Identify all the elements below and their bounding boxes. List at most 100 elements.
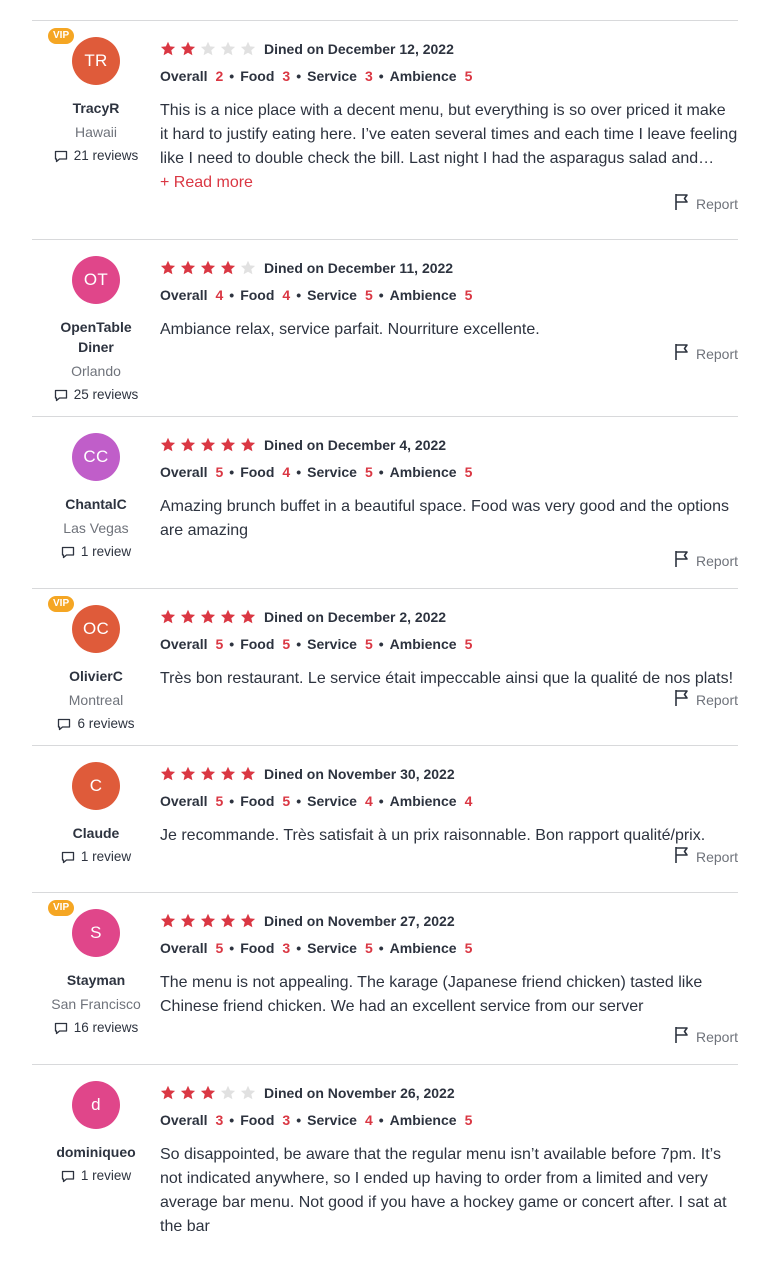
review-item: d dominiqueo 1 review Dined on November 26,… (32, 1064, 738, 1264)
rating-label-ambience: Ambience (389, 287, 457, 303)
star-icon (180, 913, 196, 928)
star-icon (160, 1085, 176, 1100)
star-icon (240, 913, 256, 928)
rating-label-food: Food (240, 940, 275, 956)
rating-value-overall: 5 (215, 464, 224, 480)
review-text: Amazing brunch buffet in a beautiful spa… (160, 498, 729, 539)
rating-label-ambience: Ambience (389, 636, 457, 652)
rating-value-food: 3 (282, 1112, 291, 1128)
rating-value-ambience: 5 (464, 464, 473, 480)
review-text: So disappointed, be aware that the regul… (160, 1146, 727, 1235)
star-icon (180, 260, 196, 275)
rating-label-service: Service (307, 636, 357, 652)
rating-label-service: Service (307, 793, 357, 809)
reviewer-city: San Francisco (51, 996, 141, 1012)
reviewer-name[interactable]: OpenTable Diner (32, 317, 160, 357)
review-item: Report (32, 0, 738, 20)
rating-label-overall: Overall (160, 464, 208, 480)
star-rating (160, 609, 256, 625)
reviewer-name[interactable]: ChantalC (32, 494, 160, 514)
reviewer-review-count: 1 review (32, 847, 160, 867)
review-text: The menu is not appealing. The karage (J… (160, 974, 703, 1015)
rating-breakdown: Overall 5 • Food 3 • Service 5 • Ambience 5 (160, 940, 473, 956)
report-button[interactable]: Report (674, 343, 738, 364)
dined-date: Dined on December 2, 2022 (264, 609, 447, 625)
star-rating (160, 913, 256, 929)
report-button[interactable]: Report (674, 689, 738, 710)
rating-value-overall: 5 (215, 793, 224, 809)
rating-label-ambience: Ambience (389, 68, 457, 84)
avatar[interactable]: TR (72, 37, 120, 85)
rating-label-food: Food (240, 636, 275, 652)
reviewer-name[interactable]: dominiqueo (32, 1142, 160, 1162)
review-item: OC VIP OlivierC Montreal 6 reviews Dined on D… (32, 588, 738, 745)
review-text: This is a nice place with a decent menu,… (160, 102, 738, 167)
rating-label-ambience: Ambience (389, 940, 457, 956)
dined-date: Dined on November 26, 2022 (264, 1085, 455, 1101)
reviewer-city: Hawaii (74, 124, 117, 140)
reviewer-name[interactable]: TracyR (32, 98, 160, 118)
rating-value-service: 4 (364, 793, 373, 809)
star-icon (160, 913, 176, 928)
rating-label-service: Service (307, 464, 357, 480)
avatar[interactable]: d (72, 1081, 120, 1129)
reviewer-info: S VIP Stayman San Francisco 16 reviews (32, 893, 160, 1038)
dined-date: Dined on December 11, 2022 (264, 260, 454, 276)
reviewer-name[interactable]: OlivierC (32, 666, 160, 686)
rating-label-overall: Overall (160, 68, 208, 84)
report-button[interactable]: Report (674, 1026, 738, 1047)
rating-value-service: 5 (364, 940, 373, 956)
rating-label-service: Service (307, 68, 357, 84)
avatar[interactable]: CC (72, 433, 120, 481)
report-button[interactable]: Report (674, 550, 738, 571)
star-icon (200, 766, 216, 781)
star-icon (180, 437, 196, 452)
star-icon (160, 41, 176, 56)
rating-label-ambience: Ambience (389, 1112, 457, 1128)
reviewer-city: Montreal (68, 692, 124, 708)
report-button[interactable]: Report (674, 846, 738, 867)
vip-badge: VIP (48, 900, 75, 916)
reviewer-city: Las Vegas (63, 520, 129, 536)
reviewer-review-count: 21 reviews (32, 146, 160, 166)
rating-label-service: Service (307, 287, 357, 303)
avatar[interactable]: OT (72, 256, 120, 304)
reviewer-info: TR VIP TracyR Hawaii 21 reviews (32, 21, 160, 166)
review-item: TR VIP TracyR Hawaii 21 reviews Dined on Dece… (32, 20, 738, 239)
star-icon (160, 260, 176, 275)
read-more-link[interactable]: + Read more (160, 171, 253, 195)
rating-value-ambience: 4 (464, 793, 473, 809)
star-icon (200, 260, 216, 275)
reviewer-review-count: 16 reviews (32, 1018, 160, 1038)
reviewer-info: C Claude 1 review (32, 746, 160, 867)
rating-value-food: 3 (282, 940, 291, 956)
rating-value-ambience: 5 (464, 636, 473, 652)
reviewer-info: CC ChantalC Las Vegas 1 review (32, 417, 160, 562)
avatar[interactable]: C (72, 762, 120, 810)
star-rating (160, 1085, 256, 1101)
rating-value-overall: 5 (215, 940, 224, 956)
star-rating (160, 437, 256, 453)
avatar[interactable]: S (72, 909, 120, 957)
rating-label-food: Food (240, 68, 275, 84)
report-label: Report (695, 345, 738, 362)
reviewer-name[interactable]: Stayman (32, 970, 160, 990)
rating-label-food: Food (240, 287, 275, 303)
reviews-list: ReportTRVIPTracyRHawaii21 reviewsDined o… (32, 0, 738, 1264)
report-button[interactable]: Report (674, 193, 738, 214)
rating-value-food: 4 (282, 464, 291, 480)
star-rating (160, 766, 256, 782)
star-icon (220, 1085, 236, 1100)
comment-icon (54, 150, 68, 163)
review-item: CC ChantalC Las Vegas 1 review Dined on Dece… (32, 416, 738, 588)
star-icon (220, 913, 236, 928)
rating-breakdown: Overall 3 • Food 3 • Service 4 • Ambience 5 (160, 1112, 473, 1128)
report-label: Report (695, 552, 738, 569)
reviewer-review-count: 6 reviews (32, 714, 160, 734)
avatar[interactable]: OC (72, 605, 120, 653)
reviewer-name[interactable]: Claude (32, 823, 160, 843)
vip-badge: VIP (48, 28, 75, 44)
star-icon (200, 437, 216, 452)
dined-date: Dined on November 30, 2022 (264, 766, 455, 782)
star-icon (160, 766, 176, 781)
